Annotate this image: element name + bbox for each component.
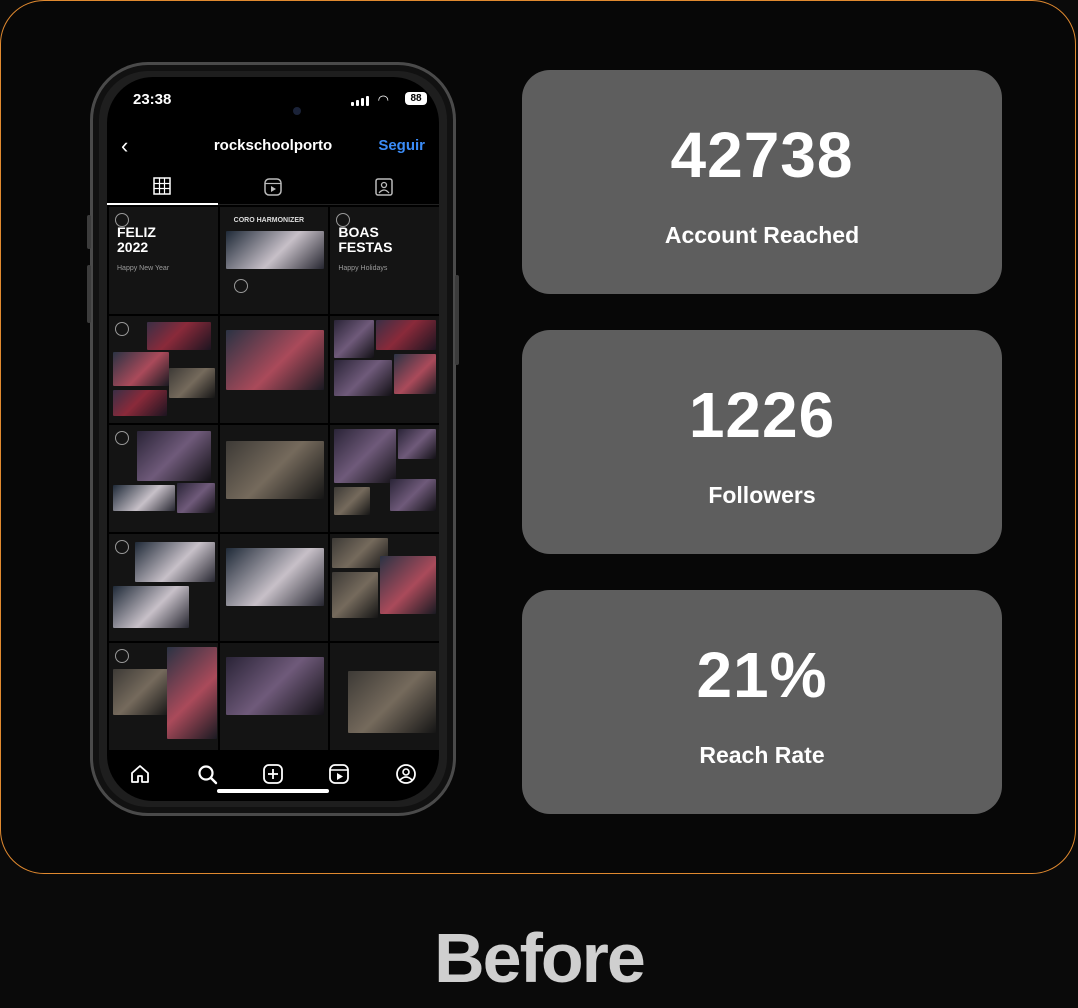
post-photo [225, 231, 324, 269]
phone-side-button [87, 215, 91, 249]
post-header: CORO HARMONIZER [233, 217, 305, 224]
post-title-line2: FESTAS [338, 239, 393, 255]
post-title-line1: BOAS [338, 224, 379, 240]
follow-button[interactable]: Seguir [378, 137, 425, 154]
post-photo [334, 360, 393, 396]
phone-power-button [455, 275, 459, 365]
brand-logo-icon [233, 279, 248, 293]
post-photo [147, 322, 211, 350]
post-photo [334, 320, 375, 358]
post-photo [225, 330, 324, 390]
post-photo [390, 479, 437, 511]
phone-volume-button [87, 265, 91, 323]
brand-logo-icon [115, 431, 129, 445]
reels-icon [264, 177, 282, 196]
post-photo [394, 354, 437, 394]
post-title-line2: 2022 [117, 239, 149, 255]
status-time: 23:38 [133, 91, 172, 108]
posts-grid: FELIZ 2022 Happy New Year CORO HARMONIZE… [109, 207, 439, 755]
profile-tabs [107, 169, 439, 205]
stat-card-reach-rate: 21% Reach Rate [522, 590, 1002, 814]
tagged-icon [374, 177, 393, 196]
post-tile[interactable] [219, 534, 329, 641]
post-tile[interactable]: FELIZ 2022 Happy New Year [109, 207, 218, 314]
brand-logo-icon [115, 322, 129, 336]
post-tile[interactable] [109, 425, 218, 532]
wifi-icon: ◠ [377, 92, 389, 107]
post-photo [113, 586, 189, 628]
post-title: BOAS FESTAS [338, 225, 392, 255]
stat-value: 1226 [688, 379, 836, 451]
post-photo [380, 556, 437, 614]
post-photo [334, 429, 397, 483]
post-tile[interactable]: CORO HARMONIZER [219, 207, 329, 314]
create-icon[interactable] [262, 763, 284, 785]
caption-title: Before [434, 919, 646, 997]
dynamic-island [225, 97, 321, 125]
post-title-line1: FELIZ [117, 224, 156, 240]
stat-card-account-reached: 42738 Account Reached [522, 70, 1002, 294]
post-photo [225, 548, 324, 606]
signal-icon [351, 94, 369, 106]
post-tile[interactable]: BOAS FESTAS Happy Holidays [330, 207, 439, 314]
post-tile[interactable] [109, 534, 218, 641]
post-photo [177, 483, 215, 513]
tab-reels[interactable] [217, 169, 329, 205]
post-photo [398, 429, 437, 459]
post-photo [169, 368, 215, 398]
post-photo [348, 671, 437, 733]
post-tile[interactable] [109, 316, 218, 423]
post-subtitle: Happy New Year [117, 265, 170, 272]
post-tile[interactable] [330, 316, 439, 423]
brand-logo-icon [115, 649, 129, 663]
post-tile[interactable] [219, 643, 329, 750]
grid-icon [153, 177, 172, 195]
stat-card-followers: 1226 Followers [522, 330, 1002, 554]
post-photo [113, 352, 169, 386]
battery-icon: 88 [405, 92, 427, 105]
reels-icon[interactable] [328, 763, 350, 785]
home-indicator[interactable] [217, 789, 329, 793]
post-tile[interactable] [219, 316, 329, 423]
post-tile[interactable] [109, 643, 218, 750]
post-photo [137, 431, 211, 481]
tab-tagged[interactable] [328, 169, 439, 205]
post-photo [113, 669, 169, 715]
brand-logo-icon [115, 540, 129, 554]
post-tile[interactable] [330, 534, 439, 641]
post-tile[interactable] [330, 643, 439, 750]
post-title: FELIZ 2022 [117, 225, 156, 255]
post-tile[interactable] [219, 425, 329, 532]
profile-icon[interactable] [395, 763, 417, 785]
post-photo [113, 485, 175, 511]
post-photo [167, 647, 217, 739]
stat-label: Account Reached [664, 222, 860, 248]
home-icon[interactable] [129, 763, 151, 785]
phone-screen: 23:38 ◠ 88 ‹ rockschoolporto Seguir FELI… [107, 77, 439, 801]
post-subtitle: Happy Holidays [338, 265, 388, 272]
post-tile[interactable] [330, 425, 439, 532]
status-bar: 23:38 ◠ 88 [107, 91, 439, 125]
post-photo [225, 441, 324, 499]
post-photo [113, 390, 167, 416]
post-photo [376, 320, 437, 350]
tab-posts-grid[interactable] [107, 169, 218, 205]
post-photo [332, 572, 379, 618]
phone-mockup: 23:38 ◠ 88 ‹ rockschoolporto Seguir FELI… [87, 62, 459, 816]
post-photo [334, 487, 371, 515]
stat-value: 42738 [670, 119, 854, 191]
bottom-nav [107, 759, 439, 789]
post-photo [135, 542, 215, 582]
stat-label: Reach Rate [699, 742, 825, 768]
stat-value: 21% [696, 639, 828, 711]
stat-label: Followers [708, 482, 816, 508]
profile-header: ‹ rockschoolporto Seguir [107, 129, 439, 165]
search-icon[interactable] [196, 763, 218, 785]
post-photo [225, 657, 324, 715]
